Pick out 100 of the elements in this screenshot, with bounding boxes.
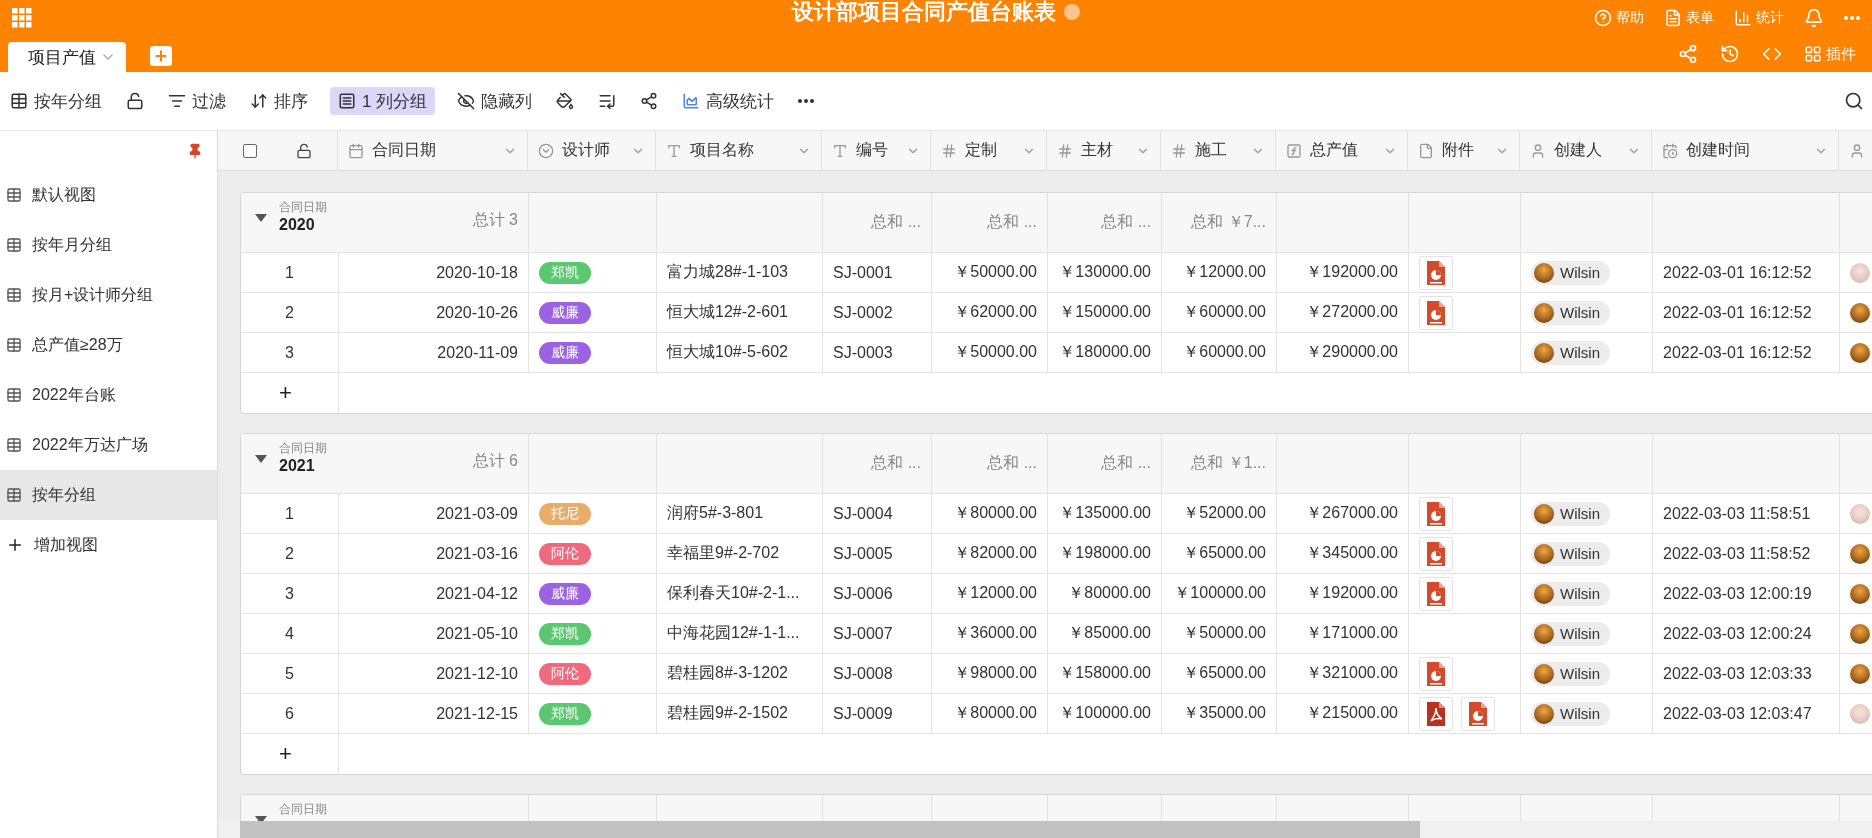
row-number: 1 — [241, 253, 339, 292]
ppt-file-icon[interactable] — [1461, 696, 1495, 731]
toolbar-button[interactable]: 按年分组 — [8, 87, 104, 115]
toolbar-button[interactable]: 高级统计 — [680, 87, 777, 115]
table-icon — [6, 237, 22, 253]
table-cell: ￥65000.00 — [1162, 534, 1277, 573]
avatar-icon — [1850, 583, 1870, 604]
table-cell: ￥180000.00 — [1048, 333, 1162, 372]
table-cell: ￥215000.00 — [1277, 694, 1409, 733]
column-title: 创建时间 — [1686, 140, 1750, 160]
table-cell: SJ-0009 — [823, 694, 932, 733]
table-cell: 2022-03-01 16:12:52 — [1653, 253, 1840, 292]
sidebar-item[interactable]: 按年分组 — [0, 470, 217, 520]
view-tab[interactable]: 项目产值 — [8, 42, 126, 72]
table-cell: ￥171000.00 — [1277, 614, 1409, 653]
toolbar-button[interactable]: 排序 — [248, 87, 310, 115]
search-button[interactable] — [1844, 91, 1864, 111]
designer-tag: 威廉 — [539, 301, 591, 324]
column-header[interactable]: 项目名称 — [656, 131, 822, 170]
avatar-icon — [1850, 302, 1870, 323]
table-cell: 2021-12-15 — [339, 694, 529, 733]
column-header[interactable]: 创建人 — [1520, 131, 1652, 170]
column-header[interactable]: 定制 — [931, 131, 1047, 170]
sidebar-item[interactable]: 默认视图 — [0, 170, 217, 220]
table-cell: 2020-10-26 — [339, 293, 529, 332]
sidebar-item[interactable]: 按年月分组 — [0, 220, 217, 270]
designer-tag: 阿伦 — [539, 542, 591, 565]
pdf-file-icon[interactable] — [1419, 696, 1453, 731]
creator-name: Wilsin — [1560, 705, 1600, 722]
group-field-label: 合同日期 — [279, 802, 327, 816]
plus-icon — [153, 48, 169, 64]
ppt-file-icon[interactable] — [1419, 536, 1453, 571]
sidebar-item[interactable]: 按月+设计师分组 — [0, 270, 217, 320]
ppt-file-icon[interactable] — [1419, 576, 1453, 611]
row-height-icon — [598, 92, 617, 110]
toolbar-button[interactable]: 过滤 — [166, 87, 228, 115]
share-icon[interactable] — [1678, 44, 1698, 64]
creator-name: Wilsin — [1560, 344, 1600, 361]
table-cell: 2021-04-12 — [339, 574, 529, 613]
view-name: 2022年台账 — [32, 384, 116, 405]
column-header[interactable]: 创建时间 — [1652, 131, 1839, 170]
grid-icon — [1804, 45, 1822, 63]
column-header[interactable]: 附件 — [1408, 131, 1520, 170]
table-cell: ￥100000.00 — [1048, 694, 1162, 733]
column-header[interactable]: 总产值 — [1276, 131, 1408, 170]
avatar-icon — [1534, 543, 1554, 564]
table-icon — [6, 387, 22, 403]
table-cell: 恒大城12#-2-601 — [657, 293, 823, 332]
table-cell: ￥82000.00 — [932, 534, 1048, 573]
creator-name: Wilsin — [1560, 505, 1600, 522]
table-cell: 2021-05-10 — [339, 614, 529, 653]
user-icon — [1849, 142, 1865, 159]
ppt-file-icon[interactable] — [1419, 496, 1453, 531]
toolbar-button[interactable]: 隐藏列 — [455, 87, 535, 115]
collapse-triangle-icon[interactable] — [255, 214, 267, 222]
table-icon — [10, 92, 28, 110]
column-title: 施工 — [1195, 140, 1227, 160]
pin-icon[interactable] — [187, 142, 203, 159]
table-cell: 保利春天10#-2-1... — [657, 574, 823, 613]
ppt-file-icon[interactable] — [1419, 656, 1453, 691]
column-header[interactable]: 设计师 — [528, 131, 656, 170]
more-icon[interactable] — [1844, 16, 1860, 20]
table-cell: ￥12000.00 — [1162, 253, 1277, 292]
ppt-file-icon[interactable] — [1419, 255, 1453, 290]
table-cell: ￥345000.00 — [1277, 534, 1409, 573]
table-cell: ￥36000.00 — [932, 614, 1048, 653]
designer-tag: 郑凯 — [539, 261, 591, 284]
app-grid-icon[interactable] — [12, 8, 32, 28]
group-sum: 总和 ... — [871, 453, 921, 473]
table-cell: ￥98000.00 — [932, 654, 1048, 693]
sidebar-item[interactable]: 2022年万达广场 — [0, 420, 217, 470]
ppt-file-icon[interactable] — [1419, 295, 1453, 330]
add-row-button[interactable]: + — [241, 373, 339, 413]
collapse-triangle-icon[interactable] — [255, 455, 267, 463]
select-all-checkbox[interactable] — [243, 143, 258, 158]
share-icon — [640, 92, 659, 110]
column-header[interactable]: 合同日期 — [338, 131, 528, 170]
avatar-icon — [1850, 342, 1870, 363]
avatar-icon — [1534, 703, 1554, 724]
table-cell: 2021-03-16 — [339, 534, 529, 573]
column-header[interactable]: 主材 — [1047, 131, 1161, 170]
column-header[interactable]: 编号 — [822, 131, 931, 170]
table-cell: SJ-0004 — [823, 494, 932, 533]
table-cell: ￥80000.00 — [1048, 574, 1162, 613]
table-cell: ￥60000.00 — [1162, 333, 1277, 372]
toolbar-button[interactable]: 1 列分组 — [330, 87, 436, 115]
add-row-button[interactable]: + — [241, 734, 339, 774]
table-cell: 2022-03-01 16:12:52 — [1653, 333, 1840, 372]
creator-name: Wilsin — [1560, 264, 1600, 281]
table-cell: 2022-03-01 16:12:52 — [1653, 293, 1840, 332]
add-tab-button[interactable] — [150, 46, 172, 66]
column-title: 创建人 — [1554, 140, 1602, 160]
table-cell: ￥85000.00 — [1048, 614, 1162, 653]
sidebar-item[interactable]: 总产值≥28万 — [0, 320, 217, 370]
sidebar-item[interactable]: 2022年台账 — [0, 370, 217, 420]
column-header[interactable]: 施工 — [1161, 131, 1276, 170]
add-view-button[interactable]: 增加视图 — [0, 520, 217, 570]
bell-icon[interactable] — [1804, 8, 1824, 28]
avatar-icon — [1534, 302, 1554, 323]
history-icon[interactable] — [1720, 44, 1740, 64]
